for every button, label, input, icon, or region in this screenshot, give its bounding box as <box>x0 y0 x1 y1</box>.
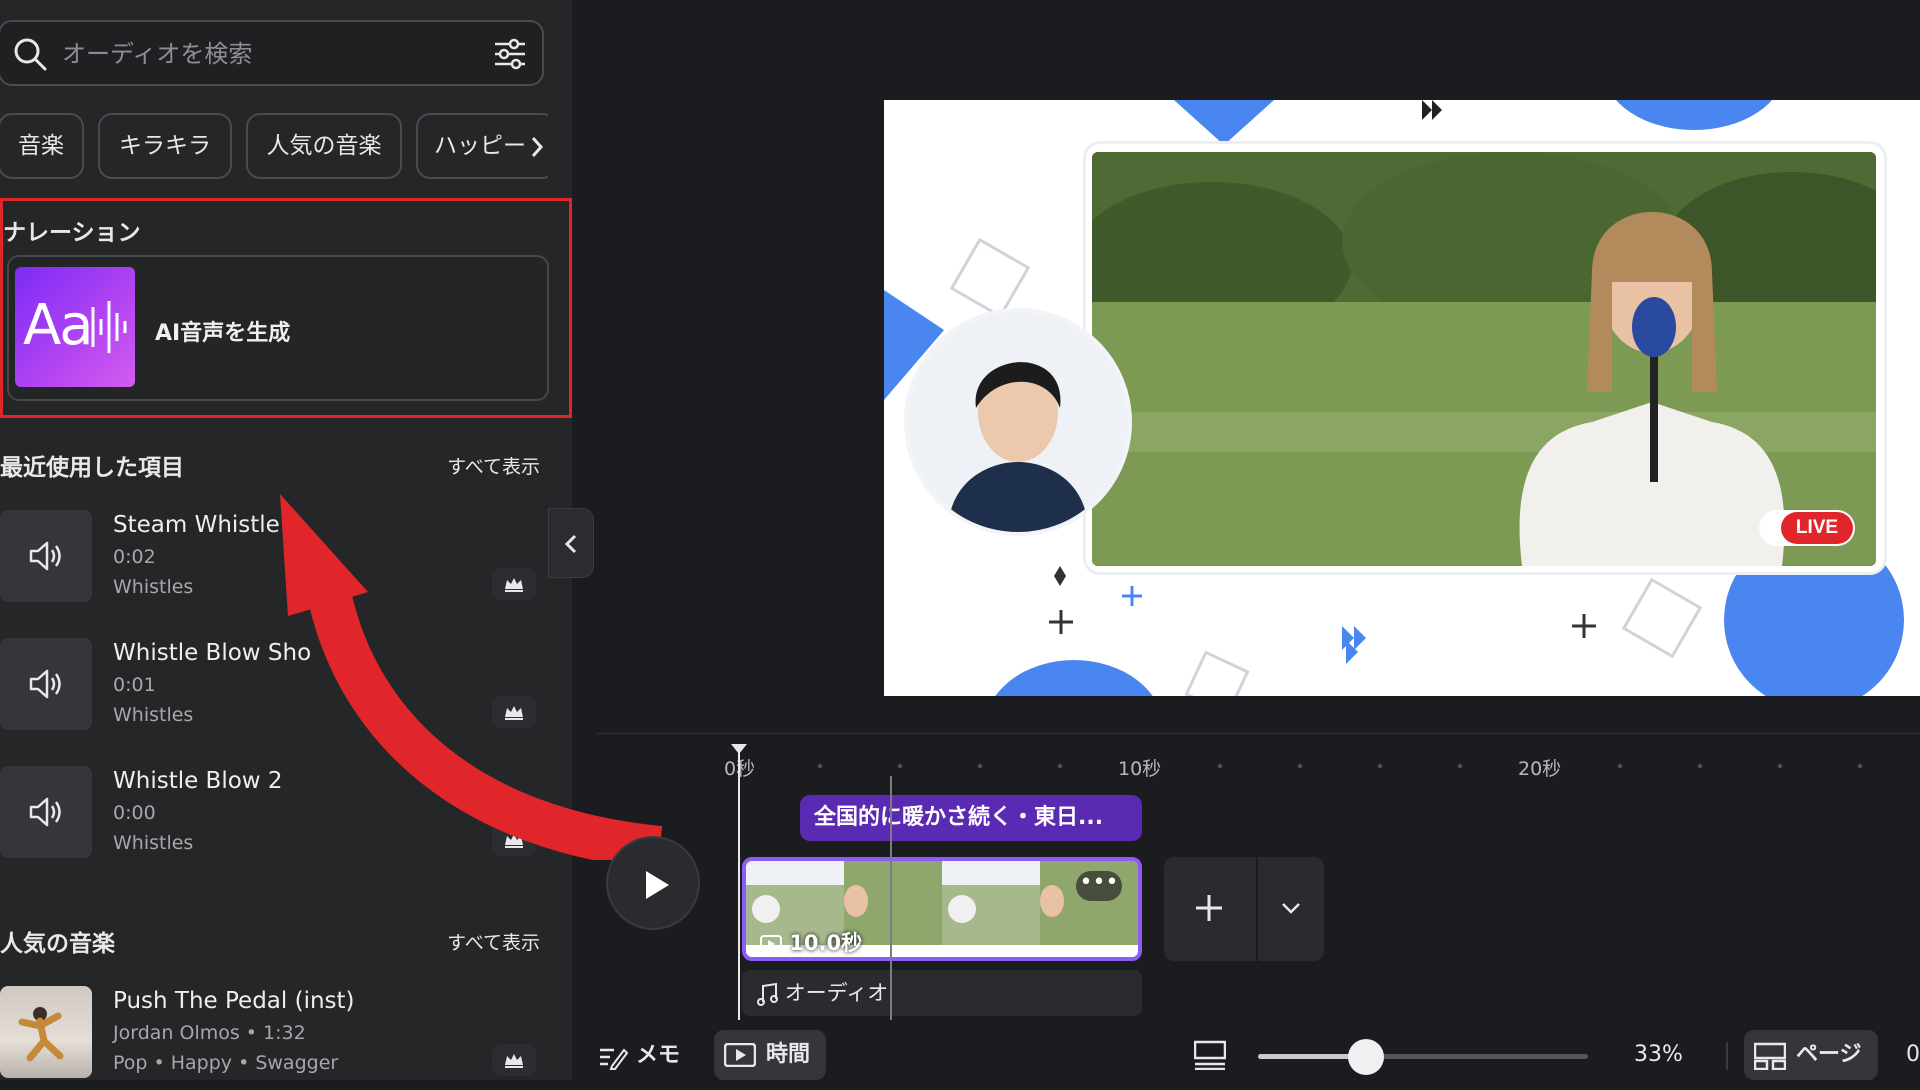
category-chips: 音楽 キラキラ 人気の音楽 ハッピー <box>0 113 548 181</box>
timeline-ruler <box>596 733 1920 734</box>
clip-duration-label: 10.0秒 <box>789 931 863 955</box>
track-thumbnail <box>0 638 92 730</box>
recent-see-all-link[interactable]: すべて表示 <box>447 452 540 479</box>
search-box[interactable] <box>0 20 544 86</box>
notes-button[interactable]: メモ <box>598 1036 680 1076</box>
track-tags: Pop • Happy • Swagger <box>113 1052 339 1074</box>
add-options-dropdown[interactable] <box>1258 857 1324 961</box>
ruler-tick <box>1458 764 1462 768</box>
chevron-right-icon[interactable] <box>530 136 544 158</box>
ruler-tick <box>1218 764 1222 768</box>
narration-section: ナレーション Aa AI音声を生成 <box>0 198 572 418</box>
divider <box>1726 1042 1728 1070</box>
ruler-tick <box>1778 764 1782 768</box>
grid-view-icon[interactable] <box>1194 1040 1226 1070</box>
notes-label: メモ <box>636 1043 681 1068</box>
track-thumbnail <box>0 510 92 602</box>
chip-popular-music[interactable]: 人気の音楽 <box>246 113 402 179</box>
zoom-value[interactable]: 33% <box>1634 1042 1683 1067</box>
chip-happy[interactable]: ハッピー <box>416 113 548 179</box>
recent-title: 最近使用した項目 <box>0 455 184 481</box>
live-badge: LIVE <box>1759 510 1855 546</box>
caption-clip[interactable]: 全国的に暖かさ続く・東日... <box>800 795 1142 841</box>
hover-scrub-line <box>890 776 892 1020</box>
ai-voice-thumbnail: Aa <box>15 267 135 387</box>
video-clip[interactable]: 10.0秒 ••• <box>742 857 1142 961</box>
live-badge-label: LIVE <box>1781 512 1853 544</box>
speaker-icon <box>29 669 61 699</box>
track-artist: Whistles <box>113 704 194 726</box>
ai-voice-label: AI音声を生成 <box>155 321 291 346</box>
dancer-figure-icon <box>18 1007 64 1062</box>
ruler-tick <box>1298 764 1302 768</box>
ruler-label-10: 10秒 <box>1118 758 1162 780</box>
design-canvas[interactable]: LIVE <box>884 100 1920 696</box>
ruler-label-20: 20秒 <box>1518 758 1562 780</box>
narration-title: ナレーション <box>3 220 141 246</box>
speaker-icon <box>29 541 61 571</box>
audio-track-label: オーディオ <box>784 981 889 1005</box>
ruler-tick <box>1058 764 1062 768</box>
speaker-icon <box>29 797 61 827</box>
anchor-portrait <box>908 312 1128 532</box>
add-page-button[interactable] <box>1164 857 1256 961</box>
track-duration: 0:00 <box>113 802 156 824</box>
clip-more-button[interactable]: ••• <box>1076 871 1122 901</box>
play-button[interactable] <box>606 836 700 930</box>
plus-icon <box>1196 895 1222 921</box>
search-icon <box>14 38 47 71</box>
ruler-tick <box>978 764 982 768</box>
page-count: 0 <box>1906 1042 1920 1067</box>
chip-sparkle[interactable]: キラキラ <box>98 113 232 179</box>
track-duration: 0:01 <box>113 674 156 696</box>
notes-icon <box>600 1048 628 1070</box>
track-duration: 0:02 <box>113 546 156 568</box>
ruler-tick <box>1858 764 1862 768</box>
ruler-tick <box>1698 764 1702 768</box>
ai-voice-card[interactable]: Aa AI音声を生成 <box>7 255 549 401</box>
chip-happy-label: ハッピー <box>434 133 526 159</box>
music-note-icon <box>757 982 778 1006</box>
ruler-tick <box>818 764 822 768</box>
anchor-avatar[interactable] <box>908 312 1128 532</box>
search-input[interactable] <box>62 34 462 74</box>
chip-music[interactable]: 音楽 <box>0 113 84 179</box>
waveform-icon <box>83 301 127 353</box>
play-icon <box>646 871 669 899</box>
track-artist: Whistles <box>113 576 194 598</box>
ruler-tick <box>1618 764 1622 768</box>
pages-icon <box>1754 1042 1786 1070</box>
audio-track[interactable]: オーディオ <box>742 970 1142 1016</box>
crown-icon <box>505 1054 523 1068</box>
pages-label: ページ <box>1796 1042 1862 1067</box>
track-thumbnail <box>0 766 92 858</box>
video-icon <box>760 935 782 953</box>
popular-see-all-link[interactable]: すべて表示 <box>447 928 540 955</box>
red-arrow-annotation <box>280 494 663 860</box>
track-artist: Whistles <box>113 832 194 854</box>
zoom-slider-thumb[interactable] <box>1348 1039 1384 1075</box>
reporter-video[interactable] <box>1092 152 1876 566</box>
ruler-tick <box>1378 764 1382 768</box>
chevron-down-icon <box>1282 903 1300 914</box>
reporter-scene <box>1092 152 1876 566</box>
clip-duration: 10.0秒 <box>760 927 862 957</box>
pages-button[interactable]: ページ <box>1744 1030 1878 1080</box>
time-button[interactable]: 時間 <box>714 1030 826 1080</box>
filter-settings-icon[interactable] <box>492 36 528 72</box>
track-name: Push The Pedal (inst) <box>113 988 355 1014</box>
track-push-the-pedal[interactable]: Push The Pedal (inst) Jordan Olmos • 1:3… <box>0 980 548 1090</box>
ruler-tick <box>898 764 902 768</box>
playhead[interactable] <box>738 744 740 1020</box>
premium-badge <box>492 1044 536 1076</box>
video-timer-icon <box>724 1043 756 1067</box>
time-label: 時間 <box>766 1042 811 1067</box>
popular-title: 人気の音楽 <box>0 931 115 957</box>
album-art <box>0 986 92 1078</box>
track-meta: Jordan Olmos • 1:32 <box>113 1022 306 1044</box>
